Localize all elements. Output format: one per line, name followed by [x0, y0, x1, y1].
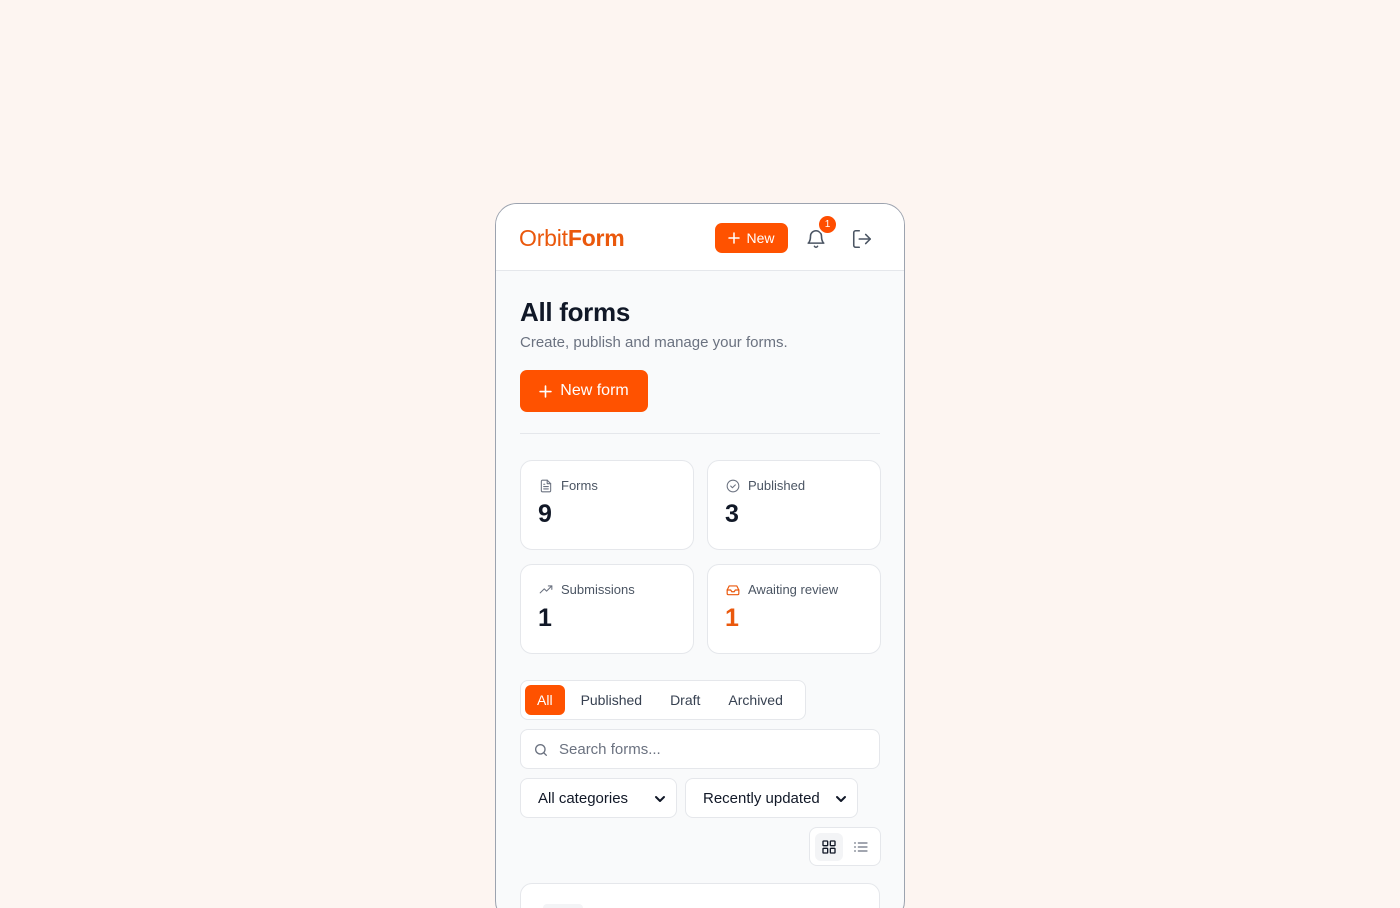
trending-up-icon	[539, 584, 553, 593]
logo[interactable]: OrbitForm	[519, 224, 625, 252]
check-circle-icon	[726, 479, 740, 492]
plus-icon	[539, 384, 552, 398]
top-bar: OrbitForm New 1	[496, 204, 904, 271]
sort-select-value: Recently updated	[703, 789, 820, 807]
document-icon	[540, 479, 552, 492]
tab-all[interactable]: All	[525, 685, 565, 715]
divider	[520, 433, 880, 434]
stat-label: Forms	[561, 478, 598, 493]
chevron-down-icon	[836, 796, 846, 802]
app-frame: OrbitForm New 1 All forms Create, publis…	[495, 203, 905, 908]
inbox-icon	[726, 584, 740, 595]
plus-icon	[728, 232, 741, 244]
stat-value: 9	[538, 500, 552, 528]
chevron-down-icon	[655, 796, 665, 802]
notification-badge: 1	[817, 214, 838, 235]
stat-card-published: Published 3	[707, 460, 881, 550]
card-placeholder	[543, 904, 583, 908]
stat-label: Published	[748, 478, 806, 493]
list-view-button[interactable]	[847, 833, 875, 861]
sort-select[interactable]: Recently updated	[685, 778, 858, 818]
new-button[interactable]: New	[715, 223, 788, 253]
search-box	[520, 729, 880, 769]
status-tabs: All Published Draft Archived	[520, 680, 806, 720]
stat-card-submissions: Submissions 1	[520, 564, 694, 654]
list-icon	[854, 842, 868, 852]
view-toggle	[809, 827, 881, 866]
new-button-label: New	[746, 230, 775, 246]
new-form-label: New form	[560, 382, 629, 399]
page-subtitle: Create, publish and manage your forms.	[520, 334, 788, 351]
stat-card-forms: Forms 9	[520, 460, 694, 550]
stat-label: Awaiting review	[748, 582, 839, 597]
stat-value: 1	[538, 604, 552, 632]
form-card[interactable]	[520, 883, 880, 908]
category-select[interactable]: All categories	[520, 778, 677, 818]
new-form-button[interactable]: New form	[520, 370, 648, 412]
search-input[interactable]	[559, 730, 869, 768]
tab-archived[interactable]: Archived	[716, 685, 794, 715]
tab-published[interactable]: Published	[569, 685, 655, 715]
grid-view-button[interactable]	[815, 833, 843, 861]
tab-draft[interactable]: Draft	[658, 685, 712, 715]
category-select-value: All categories	[538, 789, 629, 807]
page-title: All forms	[520, 297, 630, 327]
logout-icon[interactable]	[851, 228, 873, 250]
stat-label: Submissions	[561, 582, 635, 597]
stat-card-awaiting-review: Awaiting review 1	[707, 564, 881, 654]
stat-value: 3	[725, 500, 739, 528]
search-icon	[535, 744, 547, 756]
grid-icon	[822, 840, 836, 854]
stat-value: 1	[725, 604, 739, 632]
